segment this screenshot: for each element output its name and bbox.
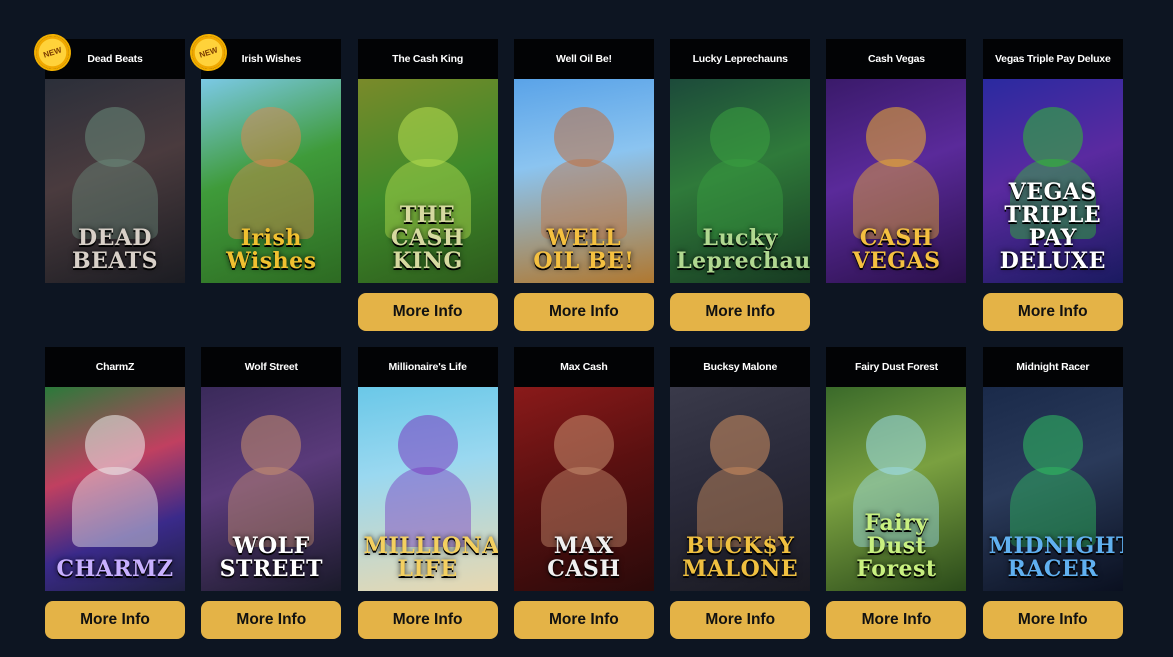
game-logo: Irish Wishes bbox=[226, 225, 317, 274]
more-info-button[interactable]: More Info bbox=[982, 601, 1123, 639]
game-logo: Fairy Dust Forest bbox=[856, 510, 937, 582]
game-card: Max Cash MAX CASH More Info bbox=[513, 347, 654, 645]
game-card: Millionaire's Life MILLIONAIRE'S LIFE More… bbox=[357, 347, 498, 645]
game-title: Midnight Racer bbox=[982, 347, 1123, 387]
game-thumbnail[interactable]: THE CASH KING bbox=[357, 79, 498, 283]
game-thumbnail[interactable]: DEAD BEATS bbox=[45, 79, 185, 283]
game-title: The Cash King bbox=[357, 39, 498, 79]
more-info-button[interactable]: More Info bbox=[357, 293, 498, 331]
character-head bbox=[397, 107, 458, 167]
character-head bbox=[866, 107, 927, 167]
game-logo: THE CASH KING bbox=[390, 202, 465, 274]
game-thumbnail[interactable]: MIDNIGHT RACER bbox=[982, 387, 1123, 591]
game-card: Vegas Triple Pay Deluxe VEGAS TRIPLE PAY … bbox=[982, 39, 1123, 337]
button-spacer bbox=[201, 293, 341, 331]
game-logo: MIDNIGHT RACER bbox=[988, 533, 1123, 582]
game-card: Bucksy Malone BUCK$Y MALONE More Info bbox=[670, 347, 811, 645]
more-info-button[interactable]: More Info bbox=[45, 601, 185, 639]
game-title: Well Oil Be! bbox=[513, 39, 654, 79]
game-thumbnail[interactable]: BUCK$Y MALONE bbox=[670, 387, 811, 591]
more-info-button[interactable]: More Info bbox=[513, 293, 654, 331]
more-info-button[interactable]: More Info bbox=[982, 293, 1123, 331]
game-card: NEW Dead Beats DEAD BEATS bbox=[31, 31, 185, 337]
game-logo: MILLIONAIRE'S LIFE bbox=[363, 533, 498, 582]
game-thumbnail[interactable]: WELL OIL BE! bbox=[513, 79, 654, 283]
character-head bbox=[866, 415, 927, 475]
game-card: Midnight Racer MIDNIGHT RACER More Info bbox=[982, 347, 1123, 645]
game-title: Bucksy Malone bbox=[670, 347, 811, 387]
more-info-button[interactable]: More Info bbox=[201, 601, 342, 639]
more-info-button[interactable]: More Info bbox=[513, 601, 654, 639]
button-spacer bbox=[45, 293, 185, 331]
game-logo: WELL OIL BE! bbox=[533, 225, 635, 274]
character-head bbox=[710, 415, 771, 475]
game-grid: NEW Dead Beats DEAD BEATS NEW Irish Wishes Ir… bbox=[31, 31, 1123, 645]
game-logo: MAX CASH bbox=[547, 533, 621, 582]
game-card: Fairy Dust Forest Fairy Dust Forest More I… bbox=[826, 347, 967, 645]
character-head bbox=[553, 107, 614, 167]
character-body bbox=[72, 467, 158, 547]
game-title: Max Cash bbox=[513, 347, 654, 387]
more-info-button[interactable]: More Info bbox=[670, 293, 811, 331]
game-card: Well Oil Be! WELL OIL BE! More Info bbox=[513, 39, 654, 337]
character-head bbox=[241, 107, 302, 167]
game-thumbnail[interactable]: Lucky Leprechauns bbox=[670, 79, 811, 283]
game-thumbnail[interactable]: MAX CASH bbox=[513, 387, 654, 591]
game-card: Cash Vegas CASH VEGAS bbox=[826, 39, 967, 337]
game-thumbnail[interactable]: VEGAS TRIPLE PAY DELUXE bbox=[982, 79, 1123, 283]
game-card: The Cash King THE CASH KING More Info bbox=[357, 39, 498, 337]
game-thumbnail[interactable]: Fairy Dust Forest bbox=[826, 387, 967, 591]
character-head bbox=[553, 415, 614, 475]
character-head bbox=[710, 107, 771, 167]
character-head bbox=[1022, 107, 1083, 167]
character-head bbox=[397, 415, 458, 475]
game-thumbnail[interactable]: MILLIONAIRE'S LIFE bbox=[357, 387, 498, 591]
game-logo: BUCK$Y MALONE bbox=[682, 533, 799, 582]
character-head bbox=[85, 107, 145, 167]
game-logo: DEAD BEATS bbox=[72, 225, 158, 274]
game-thumbnail[interactable]: CASH VEGAS bbox=[826, 79, 967, 283]
game-card: Lucky Leprechauns Lucky Leprechauns More I… bbox=[670, 39, 811, 337]
character-head bbox=[1022, 415, 1083, 475]
more-info-button[interactable]: More Info bbox=[670, 601, 811, 639]
game-logo: WOLF STREET bbox=[219, 533, 324, 582]
game-title: Cash Vegas bbox=[826, 39, 967, 79]
game-logo: CHARMZ bbox=[56, 556, 174, 582]
game-title: Lucky Leprechauns bbox=[670, 39, 811, 79]
character-head bbox=[85, 415, 145, 475]
game-title: Millionaire's Life bbox=[357, 347, 498, 387]
game-thumbnail[interactable]: WOLF STREET bbox=[201, 387, 342, 591]
game-logo: VEGAS TRIPLE PAY DELUXE bbox=[999, 179, 1106, 274]
game-title: CharmZ bbox=[45, 347, 185, 387]
game-card: NEW Irish Wishes Irish Wishes bbox=[188, 31, 342, 337]
more-info-button[interactable]: More Info bbox=[357, 601, 498, 639]
game-card: Wolf Street WOLF STREET More Info bbox=[201, 347, 342, 645]
game-thumbnail[interactable]: Irish Wishes bbox=[201, 79, 342, 283]
game-title: Fairy Dust Forest bbox=[826, 347, 967, 387]
game-thumbnail[interactable]: CHARMZ bbox=[45, 387, 185, 591]
character-head bbox=[241, 415, 302, 475]
game-logo: CASH VEGAS bbox=[852, 225, 941, 274]
game-logo: Lucky Leprechauns bbox=[676, 225, 811, 274]
game-card: CharmZ CHARMZ More Info bbox=[45, 347, 185, 645]
game-title: Vegas Triple Pay Deluxe bbox=[982, 39, 1123, 79]
game-title: Wolf Street bbox=[201, 347, 342, 387]
more-info-button[interactable]: More Info bbox=[826, 601, 967, 639]
button-spacer bbox=[826, 293, 966, 331]
